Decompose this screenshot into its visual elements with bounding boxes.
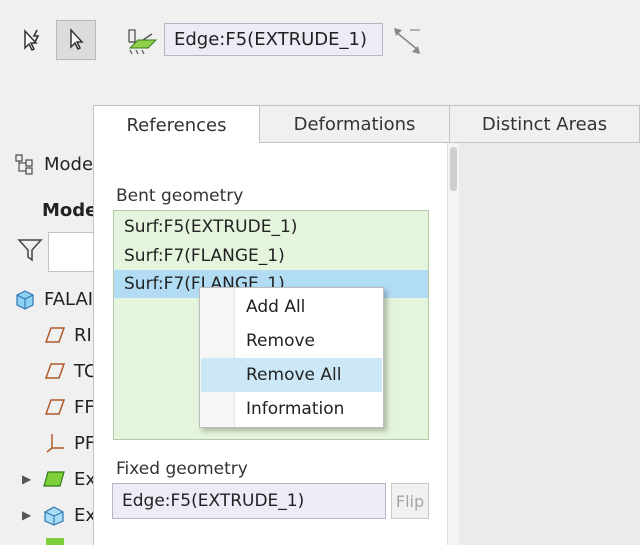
datum-plane-icon [44,363,66,379]
context-menu: Add All Remove Remove All Information [199,287,384,428]
model-tree-title: Mode [44,153,94,175]
tree-filter-icon[interactable] [16,237,44,267]
fixed-geometry-label: Fixed geometry [116,459,248,479]
cursor-arrow-icon [70,28,84,51]
tab-distinct-areas[interactable]: Distinct Areas [449,105,640,143]
datum-plane-icon [44,327,66,343]
flip-button: Flip [391,483,429,519]
tab-references[interactable]: References [93,105,260,145]
edge-reference-icon [126,26,158,60]
tree-item-datum-right[interactable]: RI [44,320,92,350]
tree-item-datum-top[interactable]: TC [44,356,97,386]
expand-arrow-icon[interactable]: ▶ [22,508,36,522]
tree-item-label: RI [74,324,92,346]
tree-item-datum-front[interactable]: FF [44,392,95,422]
graphics-area [459,143,640,545]
tree-item-feature-2[interactable]: ▶ Ex [22,500,96,530]
tree-item-feature-1[interactable]: ▶ Ex [22,464,96,494]
smart-select-icon [24,29,40,52]
tree-item-label: FF [74,396,95,418]
model-tree-icon [15,154,33,175]
tree-item-root[interactable]: FALAI [14,284,93,314]
menu-item-add-all[interactable]: Add All [201,290,382,324]
fixed-geometry-field[interactable]: Edge:F5(EXTRUDE_1) [112,483,386,519]
sheetmetal-feature-icon [43,471,65,487]
select-button[interactable] [56,20,96,60]
model-tree-subheader: Mode [42,200,98,221]
tab-deformations[interactable]: Deformations [259,105,450,143]
scrollbar-thumb[interactable] [450,147,457,191]
model-tree-header: Mode [14,152,93,176]
bent-geometry-label: Bent geometry [116,186,244,206]
tree-item-label: FALAI [44,288,94,310]
reference-field[interactable]: Edge:F5(EXTRUDE_1) [164,23,383,56]
tree-item-partial [46,538,86,545]
menu-item-remove-all[interactable]: Remove All [201,358,382,392]
smart-select-button[interactable] [13,20,53,60]
expand-arrow-icon[interactable]: ▶ [22,472,36,486]
tree-item-csys[interactable]: PF [44,428,95,458]
menu-item-information[interactable]: Information [201,392,382,426]
panel-scrollbar[interactable] [447,143,459,545]
extrude-feature-icon [44,506,64,526]
datum-plane-icon [44,399,66,415]
menu-item-remove[interactable]: Remove [201,324,382,358]
coordinate-system-icon [46,434,64,453]
list-item[interactable]: Surf:F7(FLANGE_1) [114,242,428,270]
part-icon [16,290,34,310]
flip-direction-icon[interactable] [390,24,424,62]
list-item[interactable]: Surf:F5(EXTRUDE_1) [114,213,428,241]
tree-search-input[interactable] [48,232,96,272]
